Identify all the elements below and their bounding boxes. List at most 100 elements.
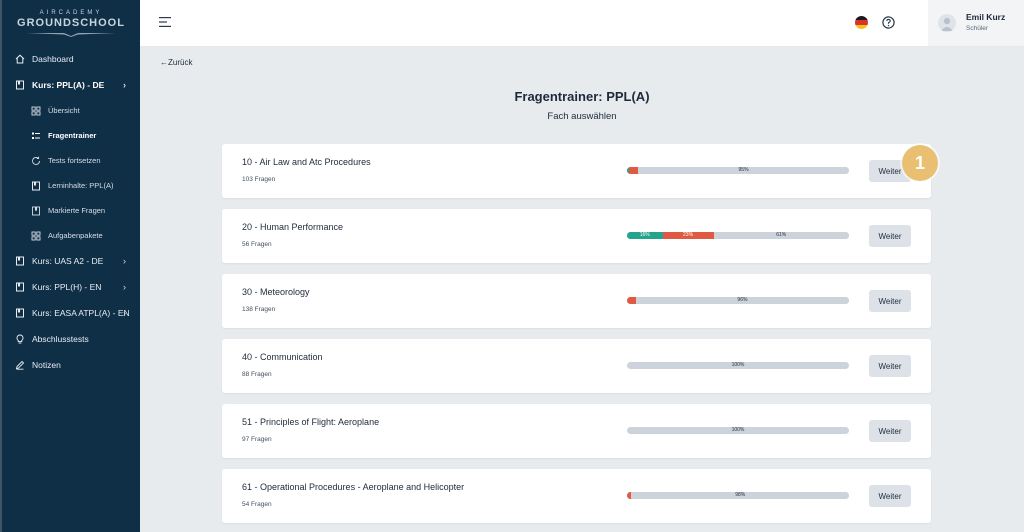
book-icon (30, 180, 42, 192)
page-subtitle: Fach auswählen (547, 111, 617, 122)
sidebar-item-label: Kurs: UAS A2 - DE (32, 256, 104, 266)
sidebar-item-abschlusstests[interactable]: Abschlusstests (2, 326, 140, 352)
chevron-right-icon: › (123, 80, 126, 90)
continue-button[interactable]: Weiter (869, 355, 911, 377)
chevron-right-icon: › (123, 308, 126, 318)
book-icon (14, 307, 26, 319)
german-flag-icon[interactable] (855, 16, 868, 29)
sidebar-item-label: Übersicht (48, 106, 80, 115)
sidebar-item-kurs-ppl-a-de[interactable]: Kurs: PPL(A) - DE › (2, 72, 140, 98)
question-count: 97 Fragen (242, 436, 272, 443)
subject-card: 61 - Operational Procedures - Aeroplane … (222, 469, 931, 523)
subject-card: 30 - Meteorology 138 Fragen 96% Weiter (222, 274, 931, 328)
sidebar-item-label: Fragentrainer (48, 131, 97, 140)
progress-segment-gray: 100% (627, 362, 849, 369)
subject-card: 10 - Air Law and Atc Procedures 103 Frage… (222, 144, 931, 198)
bookmark-icon (30, 205, 42, 217)
progress-bar: 16% 23% 61% (627, 232, 849, 239)
progress-segment-gray: 96% (635, 297, 849, 304)
user-role: Schüler (966, 25, 989, 32)
book-icon (14, 255, 26, 267)
sidebar-item-fragentrainer[interactable]: Fragentrainer (2, 123, 140, 148)
question-count: 103 Fragen (242, 176, 276, 183)
chevron-right-icon: › (123, 282, 126, 292)
sidebar-item-label: Dashboard (32, 54, 74, 64)
chevron-right-icon: › (123, 256, 126, 266)
sidebar-item-kurs-ppl-h-en[interactable]: Kurs: PPL(H) - EN › (2, 274, 140, 300)
user-menu[interactable]: Emil Kurz Schüler (928, 0, 1024, 46)
progress-bar: 98% (627, 492, 849, 499)
back-link[interactable]: ←Zurück (160, 58, 192, 67)
sidebar-item-bersicht[interactable]: Übersicht (2, 98, 140, 123)
continue-button[interactable]: Weiter (869, 225, 911, 247)
help-icon[interactable] (882, 16, 895, 29)
sidebar-item-label: Abschlusstests (32, 334, 89, 344)
progress-segment-gray: 61% (713, 232, 849, 239)
menu-toggle-icon[interactable] (159, 17, 171, 27)
logo[interactable]: AIRCADEMY GROUNDSCHOOL (2, 0, 140, 46)
refresh-icon (30, 155, 42, 167)
sidebar-item-dashboard[interactable]: Dashboard (2, 46, 140, 72)
subject-name: 10 - Air Law and Atc Procedures (242, 157, 371, 167)
logo-line1: AIRCADEMY (39, 9, 103, 16)
progress-segment-gray: 95% (638, 167, 849, 174)
main-content: ←Zurück Fragentrainer: PPL(A) Fach auswä… (140, 47, 1024, 532)
subject-name: 51 - Principles of Flight: Aeroplane (242, 417, 380, 427)
progress-bar: 100% (627, 362, 849, 369)
sidebar: AIRCADEMY GROUNDSCHOOL Dashboard Kurs: PP… (0, 0, 140, 532)
sidebar-item-label: Kurs: PPL(A) - DE (32, 80, 105, 90)
progress-segment-gray: 98% (631, 492, 849, 499)
progress-segment-red (627, 297, 636, 304)
list-icon (30, 130, 42, 142)
question-count: 138 Fragen (242, 306, 276, 313)
sidebar-item-aufgabenpakete[interactable]: Aufgabenpakete (2, 223, 140, 248)
progress-segment-red (629, 167, 639, 174)
grid-icon (30, 230, 42, 242)
arrow-left-icon: ← (160, 58, 168, 67)
callout-badge: 1 (902, 145, 938, 181)
avatar-icon (938, 14, 956, 32)
continue-button[interactable]: Weiter (869, 290, 911, 312)
subject-name: 30 - Meteorology (242, 287, 310, 297)
progress-bar: 95% (627, 167, 849, 174)
user-name: Emil Kurz (966, 12, 1006, 22)
subject-card: 40 - Communication 88 Fragen 100% Weiter (222, 339, 931, 393)
continue-button[interactable]: Weiter (869, 485, 911, 507)
question-count: 56 Fragen (242, 241, 272, 248)
back-label: Zurück (168, 58, 193, 67)
book-icon (14, 281, 26, 293)
sidebar-nav: Dashboard Kurs: PPL(A) - DE › Übersicht Frag… (2, 46, 140, 378)
progress-segment-gray: 100% (627, 427, 849, 434)
continue-button[interactable]: Weiter (869, 420, 911, 442)
progress-segment-green: 16% (627, 232, 663, 239)
question-count: 88 Fragen (242, 371, 272, 378)
sidebar-item-notizen[interactable]: Notizen (2, 352, 140, 378)
sidebar-item-label: Kurs: PPL(H) - EN (32, 282, 102, 292)
progress-segment-red: 23% (662, 232, 714, 239)
subject-name: 40 - Communication (242, 352, 323, 362)
sidebar-item-label: Lerninhalte: PPL(A) (48, 181, 114, 190)
subject-card: 20 - Human Performance 56 Fragen 16% 23% 61%… (222, 209, 931, 263)
grid-icon (30, 105, 42, 117)
top-header: Emil Kurz Schüler (140, 0, 1024, 47)
sidebar-item-label: Notizen (32, 360, 61, 370)
question-count: 54 Fragen (242, 501, 272, 508)
subject-name: 61 - Operational Procedures - Aeroplane … (242, 482, 465, 492)
progress-bar: 96% (627, 297, 849, 304)
sidebar-item-lerninhalte-ppl-a[interactable]: Lerninhalte: PPL(A) (2, 173, 140, 198)
book-icon (14, 79, 26, 91)
sidebar-item-label: Aufgabenpakete (48, 231, 103, 240)
bulb-icon (14, 333, 26, 345)
sidebar-item-label: Markierte Fragen (48, 206, 106, 215)
sidebar-item-markierte-fragen[interactable]: Markierte Fragen (2, 198, 140, 223)
sidebar-item-kurs-easa-atpl-a-en[interactable]: Kurs: EASA ATPL(A) - EN › (2, 300, 140, 326)
subject-name: 20 - Human Performance (242, 222, 344, 232)
sidebar-item-label: Tests fortsetzen (48, 156, 101, 165)
sidebar-item-tests-fortsetzen[interactable]: Tests fortsetzen (2, 148, 140, 173)
sidebar-item-kurs-uas-a2-de[interactable]: Kurs: UAS A2 - DE › (2, 248, 140, 274)
subject-card: 51 - Principles of Flight: Aeroplane 97 F… (222, 404, 931, 458)
wing-logo-icon (26, 32, 116, 37)
app-frame: AIRCADEMY GROUNDSCHOOL Dashboard Kurs: PP… (0, 0, 1024, 532)
logo-line2: GROUNDSCHOOL (17, 16, 125, 29)
sidebar-item-label: Kurs: EASA ATPL(A) - EN (32, 308, 130, 318)
